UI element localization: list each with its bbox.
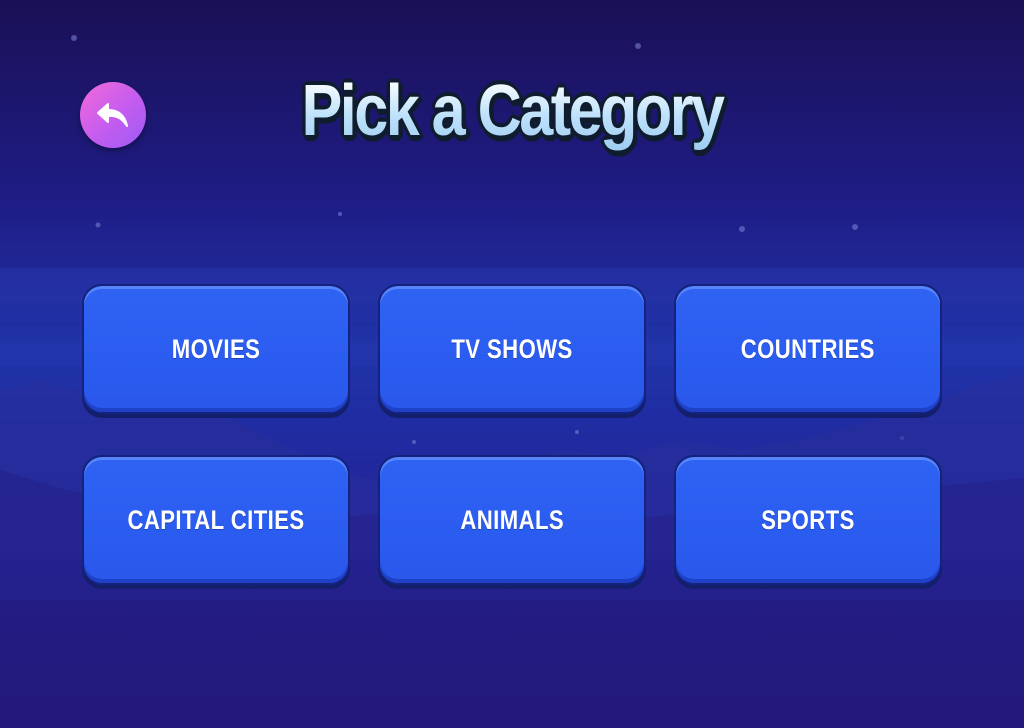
page-title: Pick a Category [77, 70, 947, 152]
category-label: TV SHOWS [451, 333, 573, 364]
game-screen: Pick a Category MOVIES TV SHOWS COUNTRIE… [0, 0, 1024, 728]
category-label: COUNTRIES [740, 333, 876, 364]
category-button-animals[interactable]: ANIMALS [378, 455, 646, 585]
category-label: ANIMALS [460, 504, 564, 535]
category-label: CAPITAL CITIES [127, 504, 305, 535]
category-label: SPORTS [761, 504, 855, 535]
category-button-capital-cities[interactable]: CAPITAL CITIES [82, 455, 350, 585]
category-grid: MOVIES TV SHOWS COUNTRIES CAPITAL CITIES… [82, 284, 942, 586]
category-button-sports[interactable]: SPORTS [674, 455, 942, 585]
category-button-movies[interactable]: MOVIES [82, 284, 350, 414]
category-label: MOVIES [171, 333, 261, 364]
category-button-tv-shows[interactable]: TV SHOWS [378, 284, 646, 414]
category-button-countries[interactable]: COUNTRIES [674, 284, 942, 414]
